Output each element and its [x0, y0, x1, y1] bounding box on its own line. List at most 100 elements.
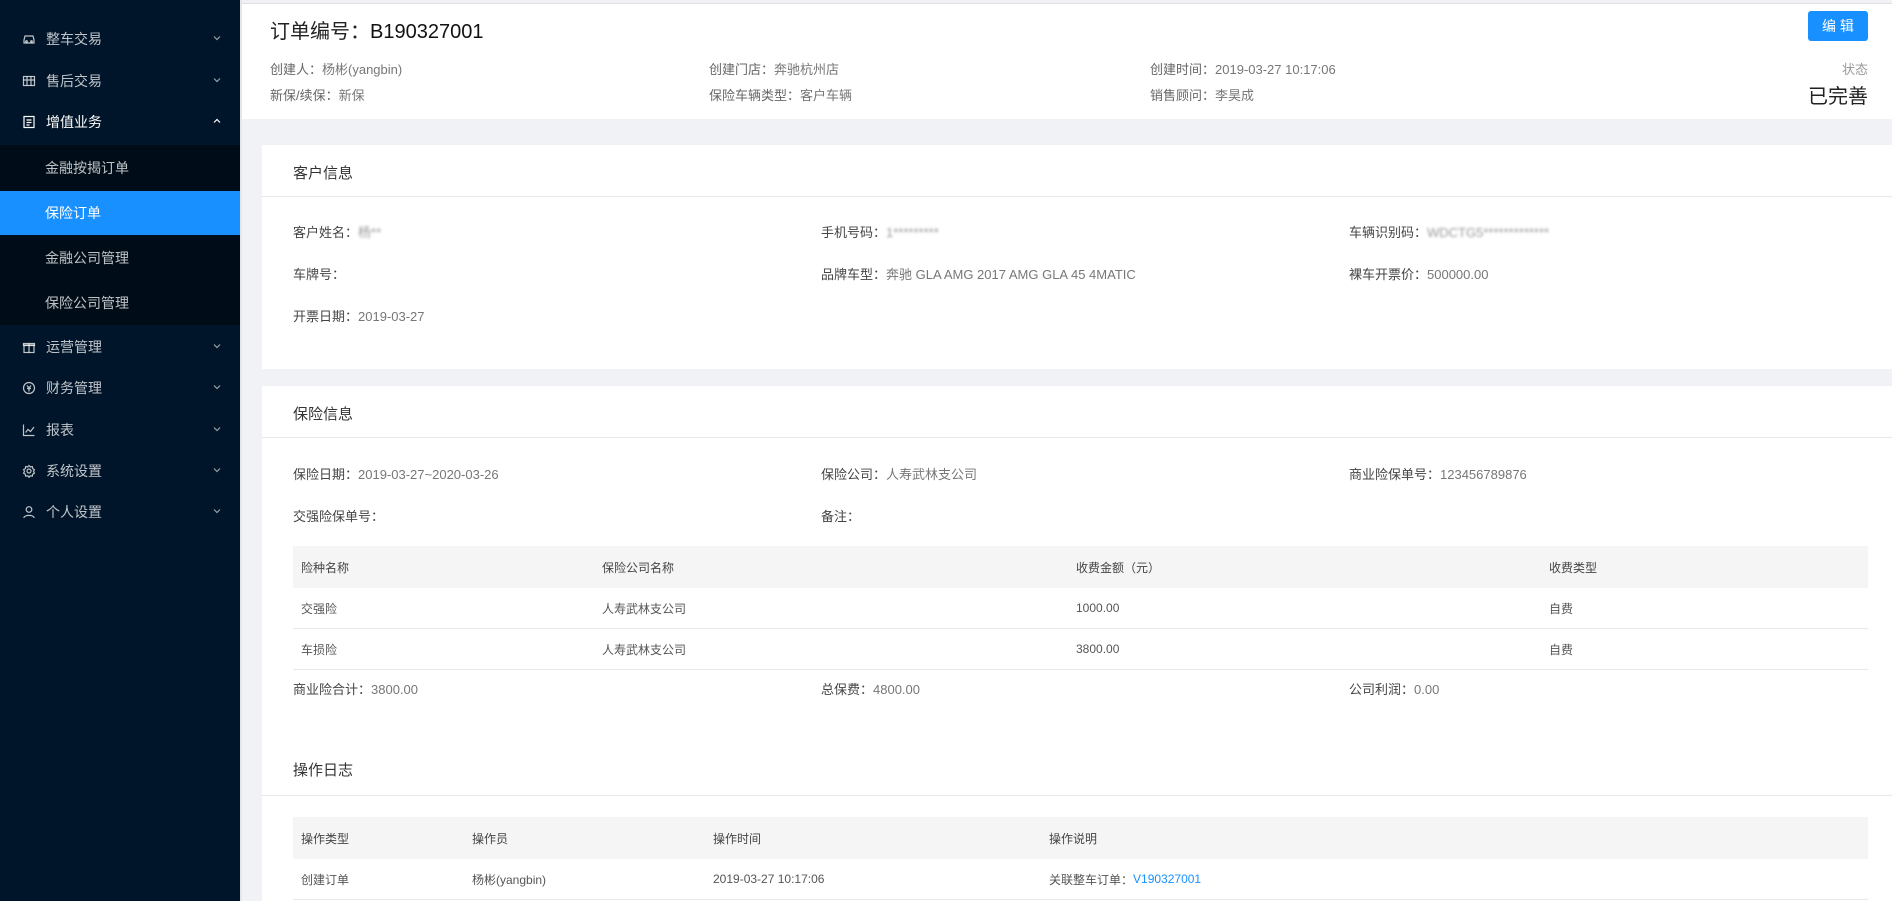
- table-cell: 2019-03-27 10:17:06: [713, 872, 825, 886]
- price-label: 裸车开票价：: [1349, 267, 1428, 282]
- sidebar-item-after-sales[interactable]: 售后交易: [0, 61, 240, 101]
- new-renew-field: 新保/续保：新保: [270, 85, 365, 104]
- creator-field: 创建人：杨彬(yangbin): [270, 59, 402, 78]
- table-cell: 创建订单: [301, 872, 350, 887]
- chevron-down-icon: [213, 468, 221, 473]
- vin-field: 车辆识别码：WDCTG5*************: [1349, 222, 1549, 241]
- page-title: 订单编号：B190327001: [270, 15, 483, 44]
- sidebar-item-finance[interactable]: 财务管理: [0, 368, 240, 408]
- compulsory-policy-label: 交强险保单号：: [293, 509, 385, 524]
- column-header: 保险公司名称: [602, 560, 675, 575]
- consultant-field: 销售顾问：李昊成: [1150, 85, 1254, 104]
- table-header: 险种名称 保险公司名称 收费金额（元） 收费类型: [293, 546, 1868, 588]
- vin-value: WDCTG5*************: [1427, 225, 1550, 240]
- total-premium-value: 4800.00: [873, 682, 921, 697]
- edit-button[interactable]: 编 辑: [1808, 11, 1868, 41]
- table-row: 交强险 人寿武林支公司 1000.00 自费: [293, 588, 1868, 629]
- column-header: 操作说明: [1049, 831, 1098, 846]
- compulsory-policy-field: 交强险保单号：: [293, 506, 384, 525]
- chevron-down-icon: [213, 427, 221, 432]
- money-icon: [22, 381, 36, 395]
- insurance-company-label: 保险公司：: [821, 467, 887, 482]
- table-icon: [22, 74, 36, 88]
- sidebar-subitem-finance-company[interactable]: 金融公司管理: [0, 236, 240, 280]
- table-row: 创建订单 杨彬(yangbin) 2019-03-27 10:17:06 关联整…: [293, 859, 1868, 900]
- vehicle-type-label: 保险车辆类型：: [709, 88, 801, 103]
- new-renew-label: 新保/续保：: [270, 88, 339, 103]
- sidebar-item-operations[interactable]: 运营管理: [0, 327, 240, 367]
- store-field: 创建门店：奔驰杭州店: [709, 59, 839, 78]
- remark-label: 备注：: [821, 509, 861, 524]
- column-header: 操作员: [472, 831, 509, 846]
- insurance-company-field: 保险公司：人寿武林支公司: [821, 464, 977, 483]
- column-header: 操作时间: [713, 831, 762, 846]
- table-cell: 1000.00: [1076, 601, 1120, 615]
- sidebar: 整车交易 售后交易 增值业务 金融按揭订单 保险订单 金融公司管理 保险公司管理…: [0, 0, 240, 901]
- commercial-total-field: 商业险合计：3800.00: [293, 679, 418, 698]
- chevron-down-icon: [213, 509, 221, 514]
- phone-value: 1*********: [886, 225, 939, 240]
- table-row: 车损险 人寿武林支公司 3800.00 自费: [293, 629, 1868, 670]
- invoice-date-field: 开票日期：2019-03-27: [293, 306, 425, 325]
- sidebar-item-value-added[interactable]: 增值业务: [0, 102, 240, 142]
- plate-label: 车牌号：: [293, 267, 346, 282]
- column-header: 收费金额（元）: [1076, 560, 1161, 575]
- insurance-items-table: 险种名称 保险公司名称 收费金额（元） 收费类型 交强险 人寿武林支公司 100…: [293, 546, 1868, 670]
- table-cell: 自费: [1549, 601, 1574, 616]
- consultant-value: 李昊成: [1215, 88, 1255, 103]
- vehicle-order-link[interactable]: V190327001: [1133, 872, 1201, 886]
- chevron-down-icon: [213, 78, 221, 83]
- gift-icon: [22, 340, 36, 354]
- sidebar-item-cut-off[interactable]: [0, 0, 240, 6]
- sidebar-item-label: 财务管理: [46, 380, 102, 396]
- phone-field: 手机号码：1*********: [821, 222, 939, 241]
- operation-log-title: 操作日志: [293, 762, 354, 779]
- sidebar-subitem-insurance-order[interactable]: 保险订单: [0, 191, 240, 235]
- sidebar-item-label: 售后交易: [46, 73, 102, 89]
- log-desc-prefix: 关联整车订单：: [1049, 872, 1134, 887]
- vehicle-type-field: 保险车辆类型：客户车辆: [709, 85, 852, 104]
- sidebar-subitem-finance-mortgage[interactable]: 金融按揭订单: [0, 146, 240, 190]
- new-renew-value: 新保: [338, 88, 365, 103]
- customer-info-card: 客户信息 客户姓名：杨** 手机号码：1********* 车辆识别码：WDCT…: [262, 145, 1892, 369]
- remark-field: 备注：: [821, 506, 860, 525]
- sidebar-item-vehicle-trade[interactable]: 整车交易: [0, 19, 240, 59]
- sidebar-item-reports[interactable]: 报表: [0, 410, 240, 450]
- profit-value: 0.00: [1414, 682, 1440, 697]
- insurance-date-label: 保险日期：: [293, 467, 359, 482]
- table-cell: 杨彬(yangbin): [472, 872, 547, 887]
- chevron-down-icon: [213, 344, 221, 349]
- model-field: 品牌车型：奔驰 GLA AMG 2017 AMG GLA 45 4MATIC: [821, 264, 1136, 283]
- sidebar-item-label: 个人设置: [46, 504, 102, 520]
- created-time-field: 创建时间：2019-03-27 10:17:06: [1150, 59, 1336, 78]
- sidebar-subitem-insurance-company[interactable]: 保险公司管理: [0, 281, 240, 325]
- sidebar-item-system-settings[interactable]: 系统设置: [0, 451, 240, 491]
- settings-icon: [22, 464, 36, 478]
- status-label: 状态: [1841, 62, 1868, 77]
- total-premium-field: 总保费：4800.00: [821, 679, 920, 698]
- divider: [262, 196, 1892, 197]
- consultant-label: 销售顾问：: [1150, 88, 1216, 103]
- phone-label: 手机号码：: [821, 225, 887, 240]
- status-badge: 已完善: [1808, 86, 1868, 108]
- insurance-company-value: 人寿武林支公司: [886, 467, 978, 482]
- price-field: 裸车开票价：500000.00: [1349, 264, 1488, 283]
- insurance-date-field: 保险日期：2019-03-27~2020-03-26: [293, 464, 499, 483]
- invoice-date-value: 2019-03-27: [358, 309, 425, 324]
- sidebar-item-label: 运营管理: [46, 339, 102, 355]
- table-cell: 3800.00: [1076, 642, 1120, 656]
- car-icon: [22, 32, 36, 46]
- commercial-total-value: 3800.00: [371, 682, 419, 697]
- user-icon: [22, 505, 36, 519]
- model-value: 奔驰 GLA AMG 2017 AMG GLA 45 4MATIC: [886, 267, 1136, 282]
- column-header: 操作类型: [301, 831, 350, 846]
- sidebar-item-personal-settings[interactable]: 个人设置: [0, 492, 240, 532]
- customer-info-title: 客户信息: [293, 165, 354, 182]
- plate-field: 车牌号：: [293, 264, 345, 283]
- store-label: 创建门店：: [709, 62, 775, 77]
- price-value: 500000.00: [1427, 267, 1489, 282]
- order-no-label: 订单编号：: [270, 21, 370, 43]
- created-time-label: 创建时间：: [1150, 62, 1216, 77]
- order-header: 订单编号：B190327001 编 辑 创建人：杨彬(yangbin) 创建门店…: [242, 3, 1892, 119]
- insurance-date-value: 2019-03-27~2020-03-26: [358, 467, 499, 482]
